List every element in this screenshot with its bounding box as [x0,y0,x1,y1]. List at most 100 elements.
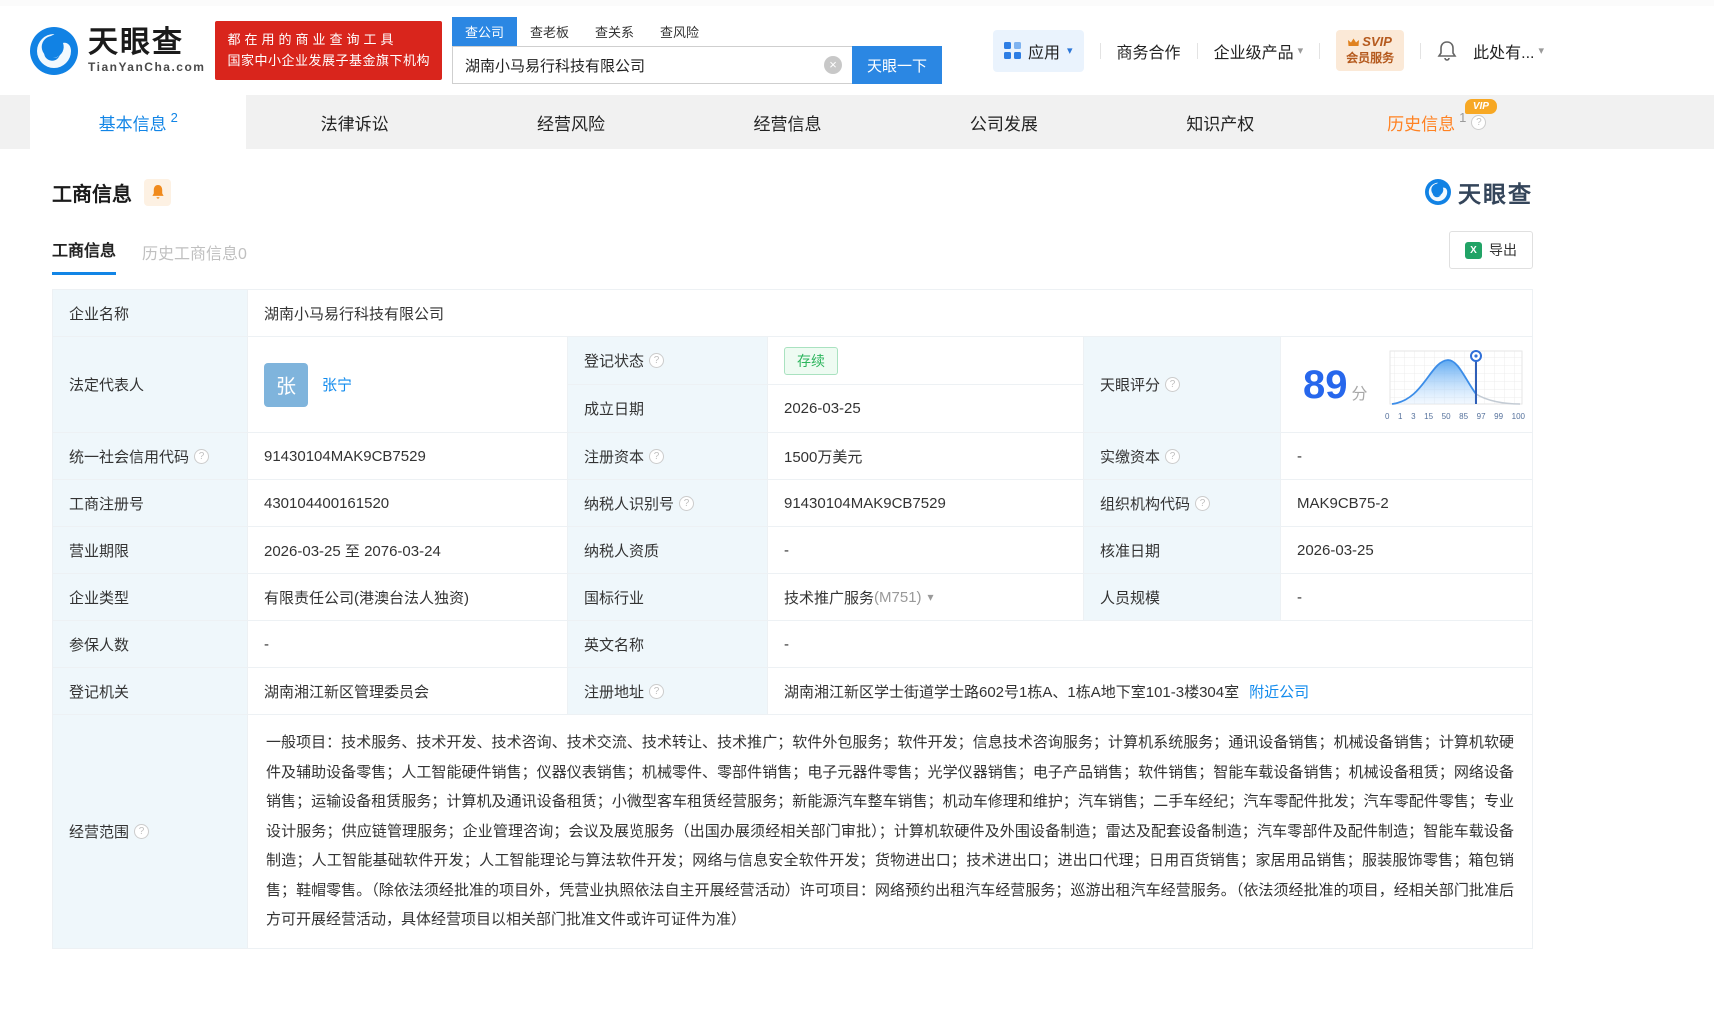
subtab-business-info[interactable]: 工商信息 [52,237,117,275]
help-icon[interactable]: ? [134,823,150,839]
main-content: 工商信息 天眼查 工商信息 历史工商信息0 X 导出 企业名称 湖南小马易行科技… [0,175,1714,949]
bell-curve-icon [1389,349,1523,405]
apps-grid-icon [1004,42,1021,59]
company-name-value: 湖南小马易行科技有限公司 [248,290,1533,337]
chevron-down-icon[interactable]: ▾ [928,590,934,604]
search-tab-company[interactable]: 查公司 [452,17,518,46]
subscribe-bell-button[interactable] [144,178,171,206]
tab-intellectual-property[interactable]: 知识产权 [1112,95,1328,149]
search-tab-risk[interactable]: 查风险 [647,17,712,46]
divider [1196,42,1198,59]
field-label: 组织机构代码? [1084,480,1281,527]
score-unit: 分 [1351,385,1368,403]
org-code-value: MAK9CB75-2 [1281,480,1533,527]
search-tab-boss[interactable]: 查老板 [517,17,582,46]
company-section-tabs: 基本信息 2 法律诉讼 经营风险 经营信息 公司发展 知识产权 VIP 历史信息 1… [0,95,1714,149]
field-label: 注册资本? [568,433,768,480]
search-tab-relation[interactable]: 查关系 [582,17,647,46]
divider [1319,42,1321,59]
subtab-history-business-info[interactable]: 历史工商信息0 [142,240,247,275]
slogan-line2: 国家中小企业发展子基金旗下机构 [227,52,430,68]
company-type-value: 有限责任公司(港澳台法人独资) [248,574,568,621]
search-input[interactable] [453,56,852,74]
excel-icon: X [1465,241,1482,259]
tianyancha-logo[interactable]: 天眼查 TianYanCha.com [30,26,206,75]
chevron-down-icon: ▾ [1067,45,1073,57]
field-label: 核准日期 [1084,527,1281,574]
svip-member-button[interactable]: SVIP 会员服务 [1336,30,1405,71]
taxpayer-id-value: 91430104MAK9CB7529 [768,480,1084,527]
english-name-value: - [768,621,1533,668]
reg-number-value: 430104400161520 [248,480,568,527]
business-term-value: 2026-03-25 至 2076-03-24 [248,527,568,574]
tab-basic-info[interactable]: 基本信息 2 [30,95,247,149]
slogan-badge: 都在用的商业查询工具 国家中小企业发展子基金旗下机构 [215,21,442,80]
tab-legal-litigation[interactable]: 法律诉讼 [246,95,462,149]
biz-cooperation-link[interactable]: 商务合作 [1117,39,1181,63]
tab-history-info[interactable]: VIP 历史信息 1 ? [1329,95,1545,149]
score-distribution-chart: 0 1 3 15 50 85 97 99 100 [1384,349,1526,421]
tab-company-development[interactable]: 公司发展 [896,95,1112,149]
field-label: 天眼评分? [1084,337,1281,433]
field-label: 人员规模 [1084,574,1281,621]
tab-operation-risk[interactable]: 经营风险 [463,95,679,149]
chart-axis-labels: 0 1 3 15 50 85 97 99 100 [1385,411,1525,421]
help-icon[interactable]: ? [194,448,210,464]
vip-badge: VIP [1464,99,1497,114]
table-row: 统一社会信用代码? 91430104MAK9CB7529 注册资本? 1500万… [53,433,1533,480]
field-label: 实缴资本? [1084,433,1281,480]
business-info-table: 企业名称 湖南小马易行科技有限公司 法定代表人 张 张宁 登记状态? 存续 成立… [52,289,1533,949]
chevron-down-icon: ▾ [1538,45,1544,57]
export-button[interactable]: X 导出 [1449,231,1533,269]
field-label: 成立日期 [568,385,768,433]
industry-value[interactable]: 技术推广服务 (M751) ▾ [768,574,1084,621]
help-icon[interactable]: ? [649,683,665,699]
enterprise-products-menu[interactable]: 企业级产品 ▾ [1214,39,1304,63]
user-account-menu[interactable]: 此处有... ▾ [1473,39,1544,63]
tab-operation-info[interactable]: 经营信息 [679,95,895,149]
field-label: 参保人数 [53,621,248,668]
field-label: 企业名称 [53,290,248,337]
help-icon[interactable]: ? [1165,448,1181,464]
tianyancha-logo-icon [30,26,78,75]
help-icon[interactable]: ? [1195,495,1211,511]
table-row: 企业类型 有限责任公司(港澳台法人独资) 国标行业 技术推广服务 (M751) … [53,574,1533,621]
field-label: 注册地址? [568,668,768,715]
help-icon[interactable]: ? [679,495,695,511]
brand-domain: TianYanCha.com [88,60,206,74]
help-icon[interactable]: ? [1471,114,1487,130]
divider [1420,42,1422,59]
score-value: 89 [1303,362,1348,407]
industry-code: (M751) [874,588,922,606]
score-cell: 89 分 0 1 3 15 50 85 97 99 100 [1281,337,1533,433]
field-label: 登记机关 [53,668,248,715]
apps-menu[interactable]: 应用 ▾ [993,29,1084,72]
crown-icon [1348,38,1360,47]
business-scope-value: 一般项目：技术服务、技术开发、技术咨询、技术交流、技术转让、技术推广；软件外包服… [248,715,1533,949]
field-label: 统一社会信用代码? [53,433,248,480]
slogan-line1: 都在用的商业查询工具 [227,32,398,48]
staff-size-value: - [1281,574,1533,621]
help-icon[interactable]: ? [649,448,665,464]
apps-label: 应用 [1028,44,1061,62]
notification-bell-icon[interactable] [1437,40,1457,62]
table-row: 营业期限 2026-03-25 至 2076-03-24 纳税人资质 - 核准日… [53,527,1533,574]
search-tabs: 查公司 查老板 查关系 查风险 [452,17,942,46]
field-label: 纳税人资质 [568,527,768,574]
top-header: 天眼查 TianYanCha.com 都在用的商业查询工具 国家中小企业发展子基… [0,0,1714,95]
search-button[interactable]: 天眼一下 [852,46,942,84]
table-row: 登记机关 湖南湘江新区管理委员会 注册地址? 湖南湘江新区学士街道学士路602号… [53,668,1533,715]
help-icon[interactable]: ? [1165,377,1181,392]
insured-count-value: - [248,621,568,668]
help-icon[interactable]: ? [649,353,665,368]
field-label: 营业期限 [53,527,248,574]
tab-count: 2 [170,109,178,125]
section-title: 工商信息 [52,183,132,206]
reg-authority-value: 湖南湘江新区管理委员会 [248,668,568,715]
legal-rep-link[interactable]: 张宁 [322,374,352,395]
nearby-companies-link[interactable]: 附近公司 [1249,681,1309,702]
paid-capital-value: - [1281,433,1533,480]
avatar[interactable]: 张 [264,362,308,407]
clear-search-icon[interactable]: × [824,56,842,74]
legal-rep-cell: 张 张宁 [248,337,568,433]
